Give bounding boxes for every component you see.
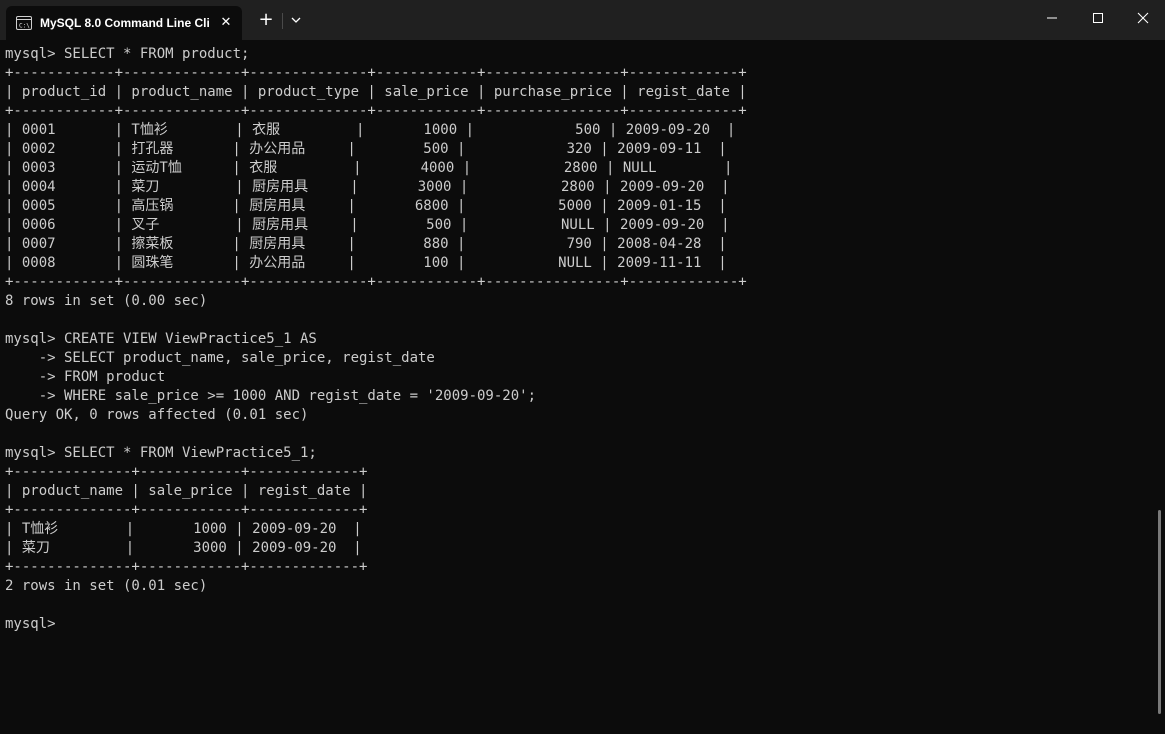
terminal-line: | 0007 | 擦菜板 | 厨房用具 | 880 | 790 | 2008-0… bbox=[5, 236, 727, 252]
terminal-line: | T恤衫 | 1000 | 2009-09-20 | bbox=[5, 521, 362, 537]
vertical-scrollbar[interactable] bbox=[1158, 510, 1161, 714]
terminal-line: | 0003 | 运动T恤 | 衣服 | 4000 | 2800 | NULL … bbox=[5, 160, 733, 176]
chevron-down-icon[interactable] bbox=[286, 9, 306, 31]
terminal-output[interactable]: mysql> SELECT * FROM product; +----------… bbox=[5, 45, 1155, 725]
terminal-line: | 菜刀 | 3000 | 2009-09-20 | bbox=[5, 540, 362, 556]
terminal-line: mysql> CREATE VIEW ViewPractice5_1 AS bbox=[5, 331, 317, 347]
close-icon bbox=[1137, 12, 1149, 24]
terminal-line: 8 rows in set (0.00 sec) bbox=[5, 293, 208, 309]
console-icon: C:\ bbox=[16, 15, 32, 31]
new-tab-button[interactable]: + bbox=[254, 9, 278, 31]
terminal-line: -> SELECT product_name, sale_price, regi… bbox=[5, 350, 435, 366]
close-window-button[interactable] bbox=[1120, 0, 1165, 36]
terminal-line: +------------+--------------+-----------… bbox=[5, 65, 747, 81]
tab-separator bbox=[282, 13, 283, 29]
terminal-line: 2 rows in set (0.01 sec) bbox=[5, 578, 208, 594]
terminal-line: mysql> SELECT * FROM ViewPractice5_1; bbox=[5, 445, 317, 461]
terminal-line: +--------------+------------+-----------… bbox=[5, 559, 368, 575]
terminal-line: | 0008 | 圆珠笔 | 办公用品 | 100 | NULL | 2009-… bbox=[5, 255, 727, 271]
maximize-button[interactable] bbox=[1075, 0, 1121, 36]
terminal-line: mysql> bbox=[5, 616, 56, 632]
terminal-line: Query OK, 0 rows affected (0.01 sec) bbox=[5, 407, 309, 423]
terminal-line: | product_name | sale_price | regist_dat… bbox=[5, 483, 368, 499]
terminal-line: +------------+--------------+-----------… bbox=[5, 274, 747, 290]
terminal-line: +------------+--------------+-----------… bbox=[5, 103, 747, 119]
terminal-line: +--------------+------------+-----------… bbox=[5, 464, 368, 480]
terminal-line: | 0002 | 打孔器 | 办公用品 | 500 | 320 | 2009-0… bbox=[5, 141, 727, 157]
title-bar: C:\ MySQL 8.0 Command Line Cli ✕ + bbox=[0, 0, 1165, 40]
terminal-window: C:\ MySQL 8.0 Command Line Cli ✕ + mysql… bbox=[0, 0, 1165, 734]
tab-mysql-client[interactable]: C:\ MySQL 8.0 Command Line Cli ✕ bbox=[6, 6, 242, 40]
svg-text:C:\: C:\ bbox=[19, 23, 30, 30]
terminal-line: +--------------+------------+-----------… bbox=[5, 502, 368, 518]
terminal-line: mysql> SELECT * FROM product; bbox=[5, 46, 250, 62]
terminal-line: | 0006 | 叉子 | 厨房用具 | 500 | NULL | 2009-0… bbox=[5, 217, 730, 233]
terminal-line: | 0004 | 菜刀 | 厨房用具 | 3000 | 2800 | 2009-… bbox=[5, 179, 730, 195]
terminal-line: | 0001 | T恤衫 | 衣服 | 1000 | 500 | 2009-09… bbox=[5, 122, 736, 138]
terminal-line: | 0005 | 高压锅 | 厨房用具 | 6800 | 5000 | 2009… bbox=[5, 198, 727, 214]
terminal-line: -> WHERE sale_price >= 1000 AND regist_d… bbox=[5, 388, 537, 404]
tab-title: MySQL 8.0 Command Line Cli bbox=[40, 16, 210, 30]
terminal-line: -> FROM product bbox=[5, 369, 166, 385]
maximize-icon bbox=[1093, 13, 1103, 23]
terminal-line: | product_id | product_name | product_ty… bbox=[5, 84, 747, 100]
minimize-icon bbox=[1047, 17, 1057, 19]
minimize-button[interactable] bbox=[1029, 0, 1075, 36]
close-tab-icon[interactable]: ✕ bbox=[216, 13, 236, 33]
